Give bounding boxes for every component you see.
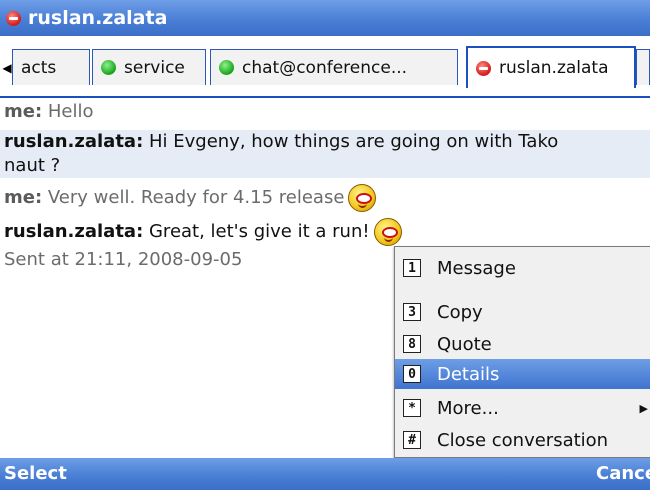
key-hash-icon: # xyxy=(403,431,421,449)
message-row[interactable]: ruslan.zalata: Great, let's give it a ru… xyxy=(0,216,650,248)
message-row[interactable]: me: Very well. Ready for 4.15 release xyxy=(0,180,650,216)
message-text-continued: naut ? xyxy=(4,155,61,176)
tab-ruslan-zalata[interactable]: ruslan.zalata xyxy=(466,46,636,88)
window-title: ruslan.zalata xyxy=(28,7,168,29)
tab-chat-conference[interactable]: chat@conference... xyxy=(210,49,458,85)
menu-item-label: More... xyxy=(437,397,499,419)
message-text: Very well. Ready for 4.15 release xyxy=(42,187,345,208)
key-star-icon: * xyxy=(403,399,421,417)
tab-label: chat@conference... xyxy=(242,57,408,78)
tab-contacts[interactable]: acts xyxy=(12,49,90,85)
menu-item-label: Details xyxy=(437,363,500,385)
menu-item-label: Copy xyxy=(437,301,483,323)
context-menu: 1 Message 3 Copy 8 Quote 0 Details * Mor… xyxy=(394,246,650,458)
message-sender: ruslan.zalata: xyxy=(4,131,144,152)
menu-item-details[interactable]: 0 Details xyxy=(395,359,650,389)
message-sender: me: xyxy=(4,101,43,122)
menu-item-more[interactable]: * More... ▶ xyxy=(395,393,650,423)
online-status-icon xyxy=(219,60,234,75)
menu-item-label: Quote xyxy=(437,333,492,355)
dnd-status-icon xyxy=(476,60,491,76)
online-status-icon xyxy=(101,60,116,75)
softkey-bar: Select Cance xyxy=(0,458,650,490)
key-0-icon: 0 xyxy=(403,365,421,383)
menu-item-quote[interactable]: 8 Quote xyxy=(395,329,650,359)
menu-item-message[interactable]: 1 Message xyxy=(395,253,650,283)
wink-emoticon-icon xyxy=(373,218,402,246)
tab-label: acts xyxy=(21,57,57,78)
dnd-status-icon xyxy=(6,10,21,26)
tab-label: service xyxy=(124,57,185,78)
timestamp-text: Sent at 21:11, 2008-09-05 xyxy=(4,249,243,270)
select-softkey[interactable]: Select xyxy=(4,463,67,484)
message-row[interactable]: me: Hello xyxy=(0,100,650,124)
message-row[interactable]: ruslan.zalata: Hi Evgeny, how things are… xyxy=(0,130,650,178)
cancel-softkey[interactable]: Cance xyxy=(596,463,650,484)
message-sender: ruslan.zalata: xyxy=(4,221,144,242)
key-8-icon: 8 xyxy=(403,335,421,353)
menu-item-label: Message xyxy=(437,257,516,279)
submenu-arrow-icon: ▶ xyxy=(639,401,648,415)
menu-item-copy[interactable]: 3 Copy xyxy=(395,297,650,327)
tab-bar: ◀ acts service chat@conference... ruslan… xyxy=(0,36,650,98)
tab-next-partial[interactable] xyxy=(636,49,650,85)
message-sender: me: xyxy=(4,187,43,208)
tab-label: ruslan.zalata xyxy=(499,58,609,78)
message-text: Hi Evgeny, how things are going on with … xyxy=(143,131,559,152)
tab-scroll-left-icon[interactable]: ◀ xyxy=(2,50,12,86)
tab-service[interactable]: service xyxy=(92,49,206,85)
message-text: Great, let's give it a run! xyxy=(143,221,370,242)
menu-item-close-conversation[interactable]: # Close conversation xyxy=(395,425,650,455)
key-3-icon: 3 xyxy=(403,303,421,321)
menu-item-label: Close conversation xyxy=(437,429,609,451)
title-bar: ruslan.zalata xyxy=(0,0,650,36)
key-1-icon: 1 xyxy=(403,259,421,277)
message-text: Hello xyxy=(42,101,94,122)
smile-emoticon-icon xyxy=(348,184,377,212)
